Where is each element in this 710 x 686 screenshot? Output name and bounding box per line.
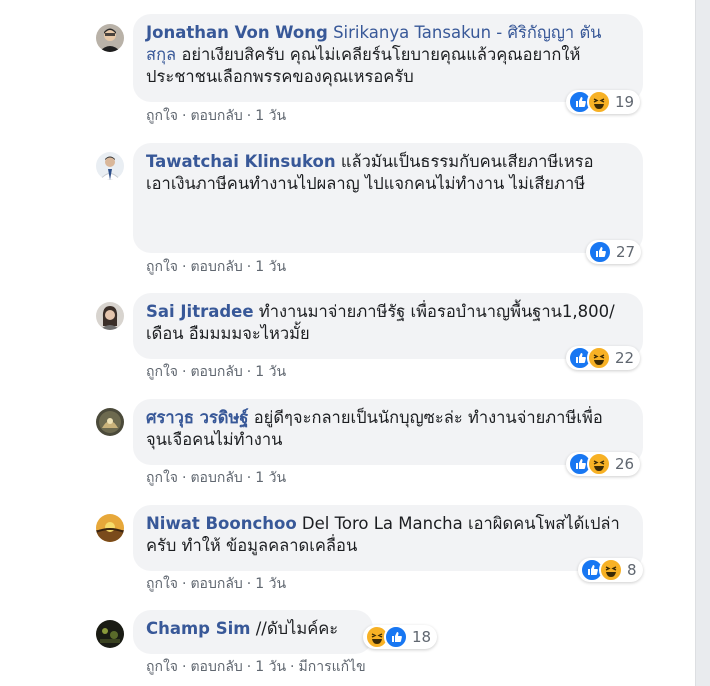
like-reaction-icon xyxy=(588,240,612,264)
like-reaction-icon xyxy=(384,625,408,649)
avatar[interactable] xyxy=(96,302,124,330)
haha-reaction-icon xyxy=(599,558,623,582)
timestamp[interactable]: 1 วัน xyxy=(255,576,286,592)
comment-text: แล้วมันเป็นธรรมกับคนเสียภาษีเหรอ xyxy=(340,152,594,171)
comment-bubble: Niwat Boonchoo Del Toro La Mancha เอาผิด… xyxy=(133,505,643,571)
like-link[interactable]: ถูกใจ xyxy=(146,364,178,380)
reply-link[interactable]: ตอบกลับ xyxy=(190,659,242,675)
reply-link[interactable]: ตอบกลับ xyxy=(190,259,242,275)
timestamp[interactable]: 1 วัน xyxy=(255,470,286,486)
timestamp[interactable]: 1 วัน xyxy=(255,659,286,675)
like-link[interactable]: ถูกใจ xyxy=(146,259,178,275)
comment-bubble: ศราวุธ วรดิษฐ์ อยู่ดีๆจะกลายเป็นนักบุญซะ… xyxy=(133,399,643,465)
reaction-summary[interactable]: 19 xyxy=(566,90,641,114)
avatar[interactable] xyxy=(96,152,124,180)
avatar[interactable] xyxy=(96,408,124,436)
timestamp[interactable]: 1 วัน xyxy=(255,364,286,380)
avatar[interactable] xyxy=(96,24,124,52)
comment-author[interactable]: Champ Sim xyxy=(146,619,250,638)
haha-reaction-icon xyxy=(587,90,611,114)
comment-actions: ถูกใจ · ตอบกลับ · 1 วัน xyxy=(146,470,287,486)
reaction-summary[interactable]: 8 xyxy=(578,558,643,582)
reaction-summary[interactable]: 22 xyxy=(566,346,641,370)
reaction-count: 22 xyxy=(615,349,635,367)
reply-link[interactable]: ตอบกลับ xyxy=(190,576,242,592)
comment-text: เอาเงินภาษีคนทำงานไปผลาญ ไปแจกคนไม่ทำงาน… xyxy=(146,174,586,193)
like-link[interactable]: ถูกใจ xyxy=(146,108,178,124)
timestamp[interactable]: 1 วัน xyxy=(255,108,286,124)
comment-author[interactable]: Niwat Boonchoo xyxy=(146,514,297,533)
avatar[interactable] xyxy=(96,620,124,648)
reaction-count: 8 xyxy=(627,561,637,579)
haha-reaction-icon xyxy=(587,346,611,370)
reaction-summary[interactable]: 26 xyxy=(566,452,641,476)
comment-actions: ถูกใจ · ตอบกลับ · 1 วัน xyxy=(146,108,287,124)
comment-author[interactable]: Tawatchai Klinsukon xyxy=(146,152,336,171)
reaction-summary[interactable]: 18 xyxy=(363,625,438,649)
comment-text: //ดับไมค์คะ xyxy=(255,619,339,638)
comment-actions: ถูกใจ · ตอบกลับ · 1 วัน xyxy=(146,576,287,592)
edited-label[interactable]: มีการแก้ไข xyxy=(299,659,366,675)
comment-actions: ถูกใจ · ตอบกลับ · 1 วัน xyxy=(146,364,287,380)
comment-author[interactable]: Sai Jitradee xyxy=(146,302,254,321)
comment-text: อย่าเงียบสิครับ คุณไม่เคลียร์นโยบายคุณแล… xyxy=(146,45,581,86)
comment-bubble: Jonathan Von Wong Sirikanya Tansakun - ศ… xyxy=(133,14,643,102)
reaction-count: 26 xyxy=(615,455,635,473)
like-link[interactable]: ถูกใจ xyxy=(146,659,178,675)
comment-author[interactable]: Jonathan Von Wong xyxy=(146,23,328,42)
reaction-count: 27 xyxy=(616,243,636,261)
comment-author[interactable]: ศราวุธ วรดิษฐ์ xyxy=(146,408,249,427)
avatar[interactable] xyxy=(96,514,124,542)
page-background-strip xyxy=(696,0,710,686)
reply-link[interactable]: ตอบกลับ xyxy=(190,364,242,380)
comment-bubble: Tawatchai Klinsukon แล้วมันเป็นธรรมกับคน… xyxy=(133,143,643,253)
timestamp[interactable]: 1 วัน xyxy=(255,259,286,275)
reply-link[interactable]: ตอบกลับ xyxy=(190,470,242,486)
reaction-count: 19 xyxy=(615,93,635,111)
reply-link[interactable]: ตอบกลับ xyxy=(190,108,242,124)
haha-reaction-icon xyxy=(587,452,611,476)
comment-bubble: Champ Sim //ดับไมค์คะ xyxy=(133,610,373,654)
reaction-summary[interactable]: 27 xyxy=(586,240,642,264)
comment-actions: ถูกใจ · ตอบกลับ · 1 วัน xyxy=(146,259,287,275)
like-link[interactable]: ถูกใจ xyxy=(146,470,178,486)
comment-actions: ถูกใจ · ตอบกลับ · 1 วัน · มีการแก้ไข xyxy=(146,659,366,675)
comment-bubble: Sai Jitradee ทำงานมาจ่ายภาษีรัฐ เพื่อรอบ… xyxy=(133,293,643,359)
reaction-count: 18 xyxy=(412,628,432,646)
like-link[interactable]: ถูกใจ xyxy=(146,576,178,592)
